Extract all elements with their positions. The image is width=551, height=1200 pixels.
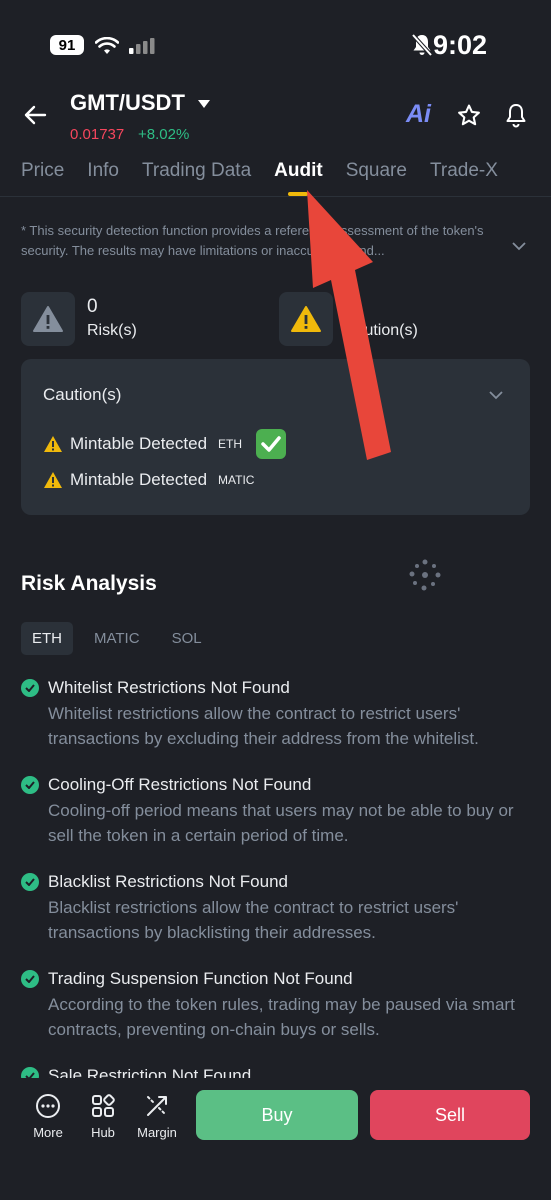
caution-item-label: Mintable Detected [70, 434, 208, 453]
tab-square[interactable]: Square [346, 160, 407, 182]
more-icon [36, 1094, 60, 1118]
risk-item-title: Blacklist Restrictions Not Found [48, 872, 288, 891]
risk-item: Cooling-Off Restrictions Not Found Cooli… [21, 775, 533, 848]
tab-audit[interactable]: Audit [274, 160, 323, 182]
risk-item: Blacklist Restrictions Not Found Blackli… [21, 872, 533, 945]
caution-item-chain: MATIC [218, 473, 255, 487]
back-arrow-icon[interactable] [23, 104, 47, 126]
margin-label: Margin [137, 1125, 177, 1140]
chain-chip-sol[interactable]: SOL [161, 622, 213, 655]
collapse-chevron-icon[interactable] [489, 391, 503, 400]
price-change: +8.02% [138, 126, 190, 143]
warning-yellow-icon [44, 436, 62, 452]
risk-label: Risk(s) [87, 322, 137, 339]
risk-item-desc: Whitelist restrictions allow the contrac… [48, 704, 479, 748]
risk-icon-box [21, 292, 75, 346]
risk-item-title: Trading Suspension Function Not Found [48, 969, 353, 988]
caution-item[interactable]: Mintable Detected MATIC [43, 470, 254, 490]
buy-button[interactable]: Buy [196, 1090, 358, 1140]
sell-button[interactable]: Sell [370, 1090, 530, 1140]
risk-item-desc: According to the token rules, trading ma… [48, 995, 515, 1039]
caution-card-title: Caution(s) [43, 385, 122, 404]
more-button[interactable]: More [28, 1093, 68, 1140]
check-circle-icon [21, 679, 39, 697]
margin-button[interactable]: Margin [134, 1093, 180, 1140]
check-mark-icon [256, 429, 287, 459]
expand-chevron-icon[interactable] [512, 242, 526, 251]
more-label: More [33, 1125, 63, 1140]
security-disclaimer: * This security detection function provi… [21, 223, 484, 258]
tab-trade-x[interactable]: Trade-X [430, 160, 498, 182]
caution-card: Caution(s) Mintable Detected ETH Mintabl… [21, 359, 530, 515]
check-circle-icon [21, 873, 39, 891]
risk-item-desc: Cooling-off period means that users may … [48, 801, 514, 845]
battery-indicator: 91 [50, 35, 84, 55]
caution-item-label: Mintable Detected [70, 470, 208, 489]
loading-spinner-icon [409, 559, 441, 591]
last-price: 0.01737 [70, 126, 125, 143]
pair-name: GMT/USDT [70, 90, 185, 115]
star-icon[interactable] [456, 103, 482, 128]
risk-item: Whitelist Restrictions Not Found Whiteli… [21, 678, 533, 751]
margin-icon [147, 1096, 167, 1116]
hub-icon [92, 1094, 115, 1117]
detail-tabs: Price Info Trading Data Audit Square Tra… [21, 160, 521, 182]
warning-yellow-icon [44, 472, 62, 488]
tabs-divider [0, 196, 551, 197]
bell-icon[interactable] [504, 102, 528, 128]
check-circle-icon [21, 970, 39, 988]
hub-label: Hub [91, 1125, 115, 1140]
wifi-icon [95, 37, 119, 54]
pair-selector[interactable]: GMT/USDT [70, 90, 211, 116]
chain-chip-matic[interactable]: MATIC [83, 622, 151, 655]
annotation-arrow [307, 190, 391, 460]
risk-item-title: Whitelist Restrictions Not Found [48, 678, 290, 697]
tab-info[interactable]: Info [87, 160, 119, 182]
signal-icon [129, 38, 155, 54]
risk-item-desc: Blacklist restrictions allow the contrac… [48, 898, 459, 942]
clock: 9:02 [432, 30, 487, 60]
risk-item-title: Cooling-Off Restrictions Not Found [48, 775, 312, 794]
caret-down-icon [198, 100, 211, 109]
risk-analysis-title: Risk Analysis [21, 572, 157, 595]
chain-filter: ETH MATIC SOL [21, 622, 223, 655]
silent-mode-icon [411, 33, 433, 57]
risk-count: 0 [87, 296, 98, 317]
warning-gray-icon [33, 306, 63, 332]
hub-button[interactable]: Hub [84, 1093, 122, 1140]
check-circle-icon [21, 776, 39, 794]
tab-price[interactable]: Price [21, 160, 64, 182]
ai-assistant-icon[interactable]: Ai [406, 100, 431, 129]
risk-item: Trading Suspension Function Not Found Ac… [21, 969, 533, 1042]
caution-item-chain: ETH [218, 437, 243, 451]
caution-item[interactable]: Mintable Detected ETH [43, 429, 287, 459]
chain-chip-eth[interactable]: ETH [21, 622, 73, 655]
tab-trading-data[interactable]: Trading Data [142, 160, 251, 182]
